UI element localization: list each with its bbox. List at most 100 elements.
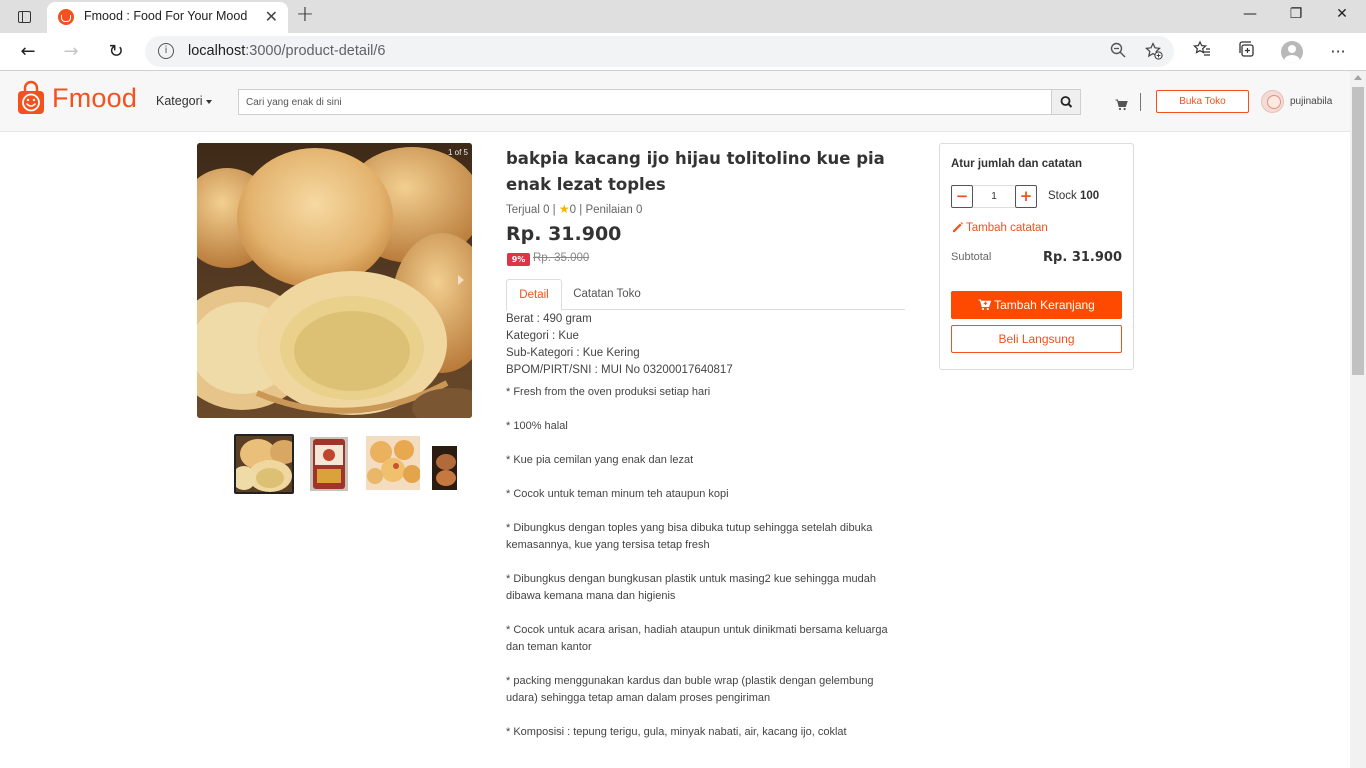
minimize-button[interactable]: — xyxy=(1227,6,1273,28)
cart-plus-icon xyxy=(978,299,992,311)
purchase-card-title: Atur jumlah dan catatan xyxy=(951,158,1082,170)
favorites-icon[interactable] xyxy=(1190,40,1214,64)
purchase-card: Atur jumlah dan catatan − + Stock 100 Ta… xyxy=(939,143,1134,370)
category-dropdown-label: Kategori xyxy=(156,94,203,108)
subtotal-value: Rp. 31.900 xyxy=(1043,250,1122,265)
quantity-input[interactable] xyxy=(973,185,1015,208)
description-line: * Cocok untuk teman minum teh ataupun ko… xyxy=(506,488,729,500)
brand-name: Fmood xyxy=(52,82,138,113)
add-to-cart-button[interactable]: Tambah Keranjang xyxy=(951,291,1122,319)
description-line: * Komposisi : tepung terigu, gula, minya… xyxy=(506,726,847,738)
browser-toolbar: ← → ↻ i localhost:3000/product-detail/6 … xyxy=(0,33,1366,71)
caret-down-icon xyxy=(205,99,212,104)
new-tab-button[interactable]: + xyxy=(293,3,317,27)
url-text[interactable]: localhost:3000/product-detail/6 xyxy=(188,43,386,59)
scroll-up-arrow-icon[interactable] xyxy=(1354,75,1362,80)
cart-button[interactable] xyxy=(1115,96,1128,115)
tab-title: Fmood : Food For Your Mood xyxy=(84,9,248,23)
description-line: * Dibungkus dengan toples yang bisa dibu… xyxy=(506,522,873,551)
add-note-label: Tambah catatan xyxy=(966,221,1048,234)
tab-detail[interactable]: Detail xyxy=(506,279,562,311)
header-divider xyxy=(1140,93,1141,111)
fmood-favicon-icon xyxy=(58,9,74,25)
search-button[interactable] xyxy=(1051,90,1080,114)
back-button[interactable]: ← xyxy=(14,39,42,65)
username[interactable]: pujinabila xyxy=(1290,96,1332,107)
profile-icon[interactable] xyxy=(1281,41,1303,63)
forward-button[interactable]: → xyxy=(57,39,85,65)
category-dropdown[interactable]: Kategori xyxy=(156,94,212,108)
site-logo[interactable]: Fmood xyxy=(16,80,137,116)
stock-label: Stock xyxy=(1048,190,1077,202)
reload-button[interactable]: ↻ xyxy=(102,39,130,65)
url-host: localhost xyxy=(188,43,246,59)
thumbnail-1[interactable] xyxy=(234,434,294,494)
scrollbar-thumb[interactable] xyxy=(1352,87,1364,375)
buy-now-button[interactable]: Beli Langsung xyxy=(951,325,1122,353)
collections-icon[interactable] xyxy=(1234,40,1258,64)
spec-certification: BPOM/PIRT/SNI : MUI No 03200017640817 xyxy=(506,364,733,376)
description-line: * packing menggunakan kardus dan buble w… xyxy=(506,675,874,704)
browser-tab-bar: Fmood : Food For Your Mood ✕ + — ❐ ✕ xyxy=(0,0,1366,33)
search-icon xyxy=(1060,96,1073,108)
browser-tab[interactable]: Fmood : Food For Your Mood ✕ xyxy=(47,2,288,33)
product-main-image[interactable]: 1 of 5 xyxy=(197,143,472,418)
thumbnail-4[interactable] xyxy=(432,446,457,490)
spec-subcategory: Sub-Kategori : Kue Kering xyxy=(506,347,640,359)
search-bar xyxy=(238,89,1081,115)
description-line: * 100% halal xyxy=(506,420,568,432)
user-avatar[interactable] xyxy=(1261,90,1284,113)
add-favorite-icon[interactable] xyxy=(1144,42,1164,62)
tab-actions-button[interactable] xyxy=(11,6,37,28)
star-icon: ★ xyxy=(558,202,570,216)
site-info-icon[interactable]: i xyxy=(158,43,174,59)
tab-close-icon[interactable]: ✕ xyxy=(265,7,278,26)
settings-more-button[interactable]: ··· xyxy=(1326,40,1350,64)
maximize-button[interactable]: ❐ xyxy=(1273,6,1319,28)
tab-store-notes[interactable]: Catatan Toko xyxy=(562,279,652,310)
description-line: * Dibungkus dengan bungkusan plastik unt… xyxy=(506,573,876,602)
spec-category: Kategori : Kue xyxy=(506,330,579,342)
open-store-button[interactable]: Buka Toko xyxy=(1156,90,1249,113)
meta-separator: | xyxy=(552,204,556,216)
original-price: Rp. 35.000 xyxy=(533,252,590,264)
search-input[interactable] xyxy=(239,90,1051,114)
spec-weight: Berat : 490 gram xyxy=(506,313,592,325)
page-viewport: Fmood Kategori Buka Toko pujinabila xyxy=(0,71,1350,768)
stock-value: 100 xyxy=(1079,190,1100,202)
address-bar[interactable]: i localhost:3000/product-detail/6 xyxy=(145,36,1174,67)
bakpia-photo xyxy=(197,143,472,418)
review-count: Penilaian 0 xyxy=(585,204,643,216)
thumbnail-3[interactable] xyxy=(366,436,420,490)
description-line: * Cocok untuk acara arisan, hadiah ataup… xyxy=(506,624,888,653)
subtotal-label: Subtotal xyxy=(951,251,992,263)
description-line: * Kue pia cemilan yang enak dan lezat xyxy=(506,454,694,466)
tab-actions-icon xyxy=(17,11,31,23)
product-tabs: Detail Catatan Toko xyxy=(506,279,905,311)
increase-quantity-button[interactable]: + xyxy=(1015,185,1037,208)
product-title: bakpia kacang ijo hijau tolitolino kue p… xyxy=(506,149,885,194)
meta-separator: | xyxy=(579,204,583,216)
rating-value: 0 xyxy=(569,204,577,216)
decrease-quantity-button[interactable]: − xyxy=(951,185,973,208)
next-image-arrow-icon[interactable] xyxy=(458,275,464,285)
product-description: * Fresh from the oven produksi setiap ha… xyxy=(506,384,896,758)
site-header: Fmood Kategori Buka Toko pujinabila xyxy=(0,71,1350,132)
sold-count: Terjual 0 xyxy=(506,204,550,216)
add-to-cart-label: Tambah Keranjang xyxy=(994,298,1095,312)
product-specs: Berat : 490 gram Kategori : Kue Sub-Kate… xyxy=(506,311,733,379)
stock-info: Stock 100 xyxy=(1048,190,1099,202)
window-close-button[interactable]: ✕ xyxy=(1319,6,1365,28)
product-meta: Terjual 0 | ★0 | Penilaian 0 xyxy=(506,202,642,216)
image-counter: 1 of 5 xyxy=(447,148,468,157)
add-note-link[interactable]: Tambah catatan xyxy=(951,221,1048,234)
url-path: :3000/product-detail/6 xyxy=(245,43,386,59)
thumbnail-2[interactable] xyxy=(310,437,348,497)
product-price: Rp. 31.900 xyxy=(506,223,622,245)
description-line: * Fresh from the oven produksi setiap ha… xyxy=(506,386,711,398)
zoom-icon[interactable] xyxy=(1108,42,1128,62)
page-scrollbar[interactable] xyxy=(1350,71,1366,768)
shopping-bag-logo-icon xyxy=(18,80,44,114)
quantity-stepper: − + xyxy=(951,185,1037,208)
discount-badge: 9% xyxy=(507,253,530,266)
